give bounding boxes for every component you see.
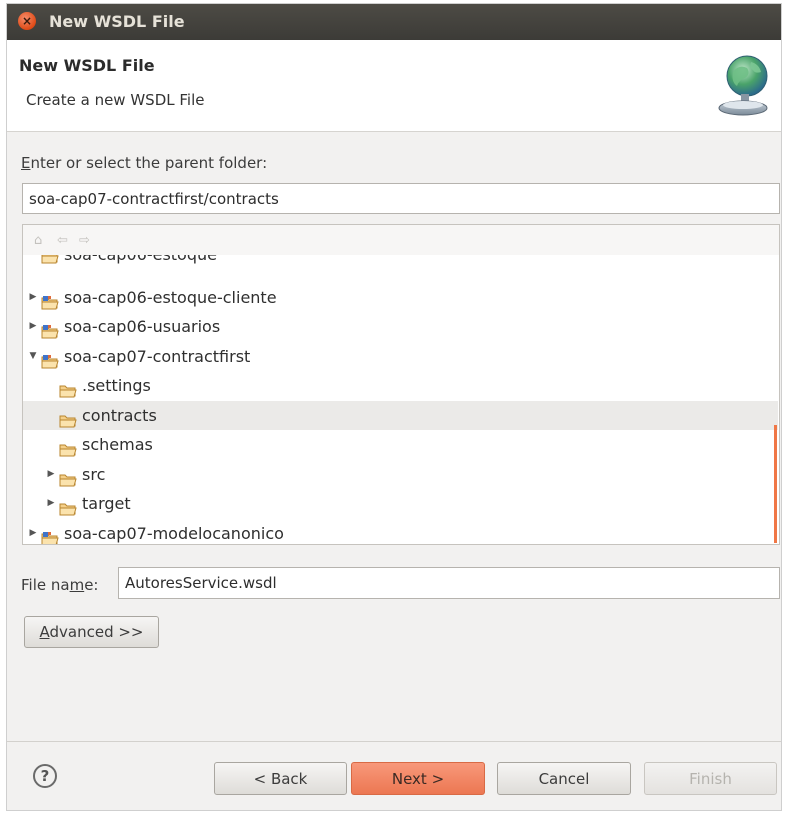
folder-icon — [41, 255, 59, 264]
folder-icon — [59, 467, 77, 486]
expand-arrow-icon[interactable]: ▶ — [45, 489, 57, 518]
tree-item[interactable]: schemas — [23, 430, 778, 459]
advanced-button[interactable]: Advanced >> — [24, 616, 159, 648]
tree-item[interactable]: ▶ src — [23, 460, 778, 489]
file-name-input[interactable] — [118, 567, 780, 599]
wsdl-globe-icon — [718, 55, 768, 116]
wizard-title: New WSDL File — [19, 56, 155, 75]
project-folder-icon — [41, 290, 59, 309]
tree-item-label: target — [82, 494, 131, 513]
parent-folder-label: Enter or select the parent folder: — [21, 154, 268, 172]
new-wsdl-file-dialog: × New WSDL File New WSDL File Create a n… — [6, 3, 782, 811]
cancel-button[interactable]: Cancel — [497, 762, 631, 795]
tree-item[interactable]: ▼ soa-cap07-contractfirst — [23, 342, 778, 371]
expand-arrow-icon[interactable]: ▶ — [27, 312, 39, 341]
tree-item[interactable]: ▶ soa-cap06-estoque-cliente — [23, 283, 778, 312]
tree-item-label: soa-cap07-modelocanonico — [64, 523, 284, 543]
tree-item-label: .settings — [82, 376, 151, 395]
finish-button[interactable]: Finish — [644, 762, 777, 795]
expand-arrow-icon[interactable]: ▶ — [27, 283, 39, 312]
folder-icon — [59, 408, 77, 427]
tree-scrollbar[interactable] — [774, 425, 777, 543]
help-icon[interactable]: ? — [33, 764, 57, 788]
parent-folder-input[interactable] — [22, 183, 780, 214]
tree-item-label: soa-cap06-estoque-cliente — [64, 287, 277, 307]
wizard-header: New WSDL File Create a new WSDL File — [7, 40, 781, 132]
button-bar-divider — [7, 741, 781, 742]
folder-icon — [59, 378, 77, 398]
tree-item[interactable]: ▶ target — [23, 489, 778, 518]
window-title: New WSDL File — [49, 12, 185, 31]
project-folder-icon — [41, 526, 59, 544]
tree-item-label: contracts — [82, 405, 157, 425]
expand-arrow-icon[interactable]: ▶ — [45, 460, 57, 489]
file-name-label: File name: — [21, 576, 99, 594]
expand-arrow-icon[interactable]: ▶ — [27, 519, 39, 545]
tree-item[interactable]: ▶ soa-cap07-modelocanonico — [23, 519, 778, 545]
home-icon[interactable]: ⌂ — [34, 233, 42, 248]
tree-item-label: soa-cap06-estoque — [64, 255, 217, 263]
tree-item-label: schemas — [82, 435, 153, 454]
tree-item[interactable]: ▶ soa-cap06-usuarios — [23, 312, 778, 341]
collapse-arrow-icon[interactable]: ▼ — [27, 342, 39, 371]
folder-tree[interactable]: ⌂ ⇦ ⇨ ▸soa-cap06-estoque ▶ soa-cap06-estoq… — [22, 224, 780, 545]
tree-item[interactable]: ▸soa-cap06-estoque — [23, 255, 778, 267]
forward-arrow-icon[interactable]: ⇨ — [79, 233, 90, 248]
folder-icon — [59, 437, 77, 457]
project-folder-icon — [41, 319, 59, 339]
tree-item[interactable]: .settings — [23, 371, 778, 400]
tree-item-label: soa-cap07-contractfirst — [64, 346, 251, 366]
tree-item-label: src — [82, 464, 106, 484]
close-icon[interactable]: × — [18, 12, 36, 30]
next-button[interactable]: Next > — [351, 762, 485, 795]
wizard-subtitle: Create a new WSDL File — [26, 91, 205, 109]
folder-icon — [59, 496, 77, 516]
tree-item-label: soa-cap06-usuarios — [64, 317, 221, 336]
tree-toolbar: ⌂ ⇦ ⇨ — [23, 225, 779, 255]
tree-item[interactable]: contracts — [23, 400, 778, 430]
window-titlebar: × New WSDL File — [7, 4, 781, 40]
back-button[interactable]: < Back — [214, 762, 347, 795]
back-arrow-icon[interactable]: ⇦ — [57, 233, 68, 248]
project-folder-icon — [41, 349, 59, 368]
